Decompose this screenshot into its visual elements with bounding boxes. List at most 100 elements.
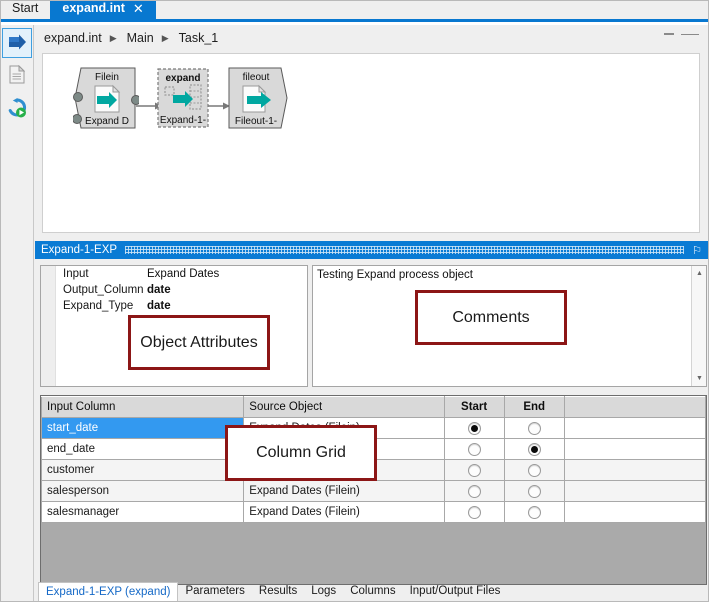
scroll-up-icon[interactable]: ▲: [692, 266, 707, 281]
cell-source-object[interactable]: Expand Dates (Filein): [244, 502, 444, 523]
cell-start-radio[interactable]: [444, 439, 504, 460]
pin-icon[interactable]: ⚐: [692, 244, 702, 257]
tab-parameters-label: Parameters: [185, 585, 244, 597]
cell-input-column[interactable]: salesperson: [42, 481, 244, 502]
svg-text:Expand-1-: Expand-1-: [160, 115, 206, 126]
attribute-row[interactable]: Input Expand Dates: [41, 266, 307, 282]
breadcrumb: expand.int ▶ Main ▶ Task_1: [34, 25, 709, 51]
tab-columns-label: Columns: [350, 585, 395, 597]
cell-start-radio[interactable]: [444, 460, 504, 481]
tab-results[interactable]: Results: [252, 583, 304, 600]
header-input-column[interactable]: Input Column: [42, 397, 244, 418]
attribute-value: Expand Dates: [147, 268, 219, 280]
comments-text: Testing Expand process object: [317, 269, 473, 281]
cell-input-column[interactable]: start_date: [42, 418, 244, 439]
cell-start-radio[interactable]: [444, 502, 504, 523]
node-fileout[interactable]: fileout Fileout-1-: [225, 66, 291, 130]
dock-panel-title: Expand-1-EXP ⚐: [35, 241, 708, 259]
breadcrumb-root[interactable]: expand.int: [44, 31, 102, 45]
refresh-history-icon: [7, 98, 27, 121]
svg-text:Fileout-1-: Fileout-1-: [235, 116, 277, 127]
svg-text:expand: expand: [165, 73, 200, 84]
tab-input-output-files[interactable]: Input/Output Files: [403, 583, 508, 600]
header-end[interactable]: End: [504, 397, 564, 418]
header-blank[interactable]: [564, 397, 705, 418]
cell-start-radio[interactable]: [444, 481, 504, 502]
attribute-row[interactable]: Output_Column date: [41, 282, 307, 298]
attribute-key: Output_Column: [41, 284, 147, 296]
cell-source-object[interactable]: Expand Dates (Filein): [244, 481, 444, 502]
attribute-value: date: [147, 284, 171, 296]
header-source-object[interactable]: Source Object: [244, 397, 444, 418]
cell-end-radio[interactable]: [504, 481, 564, 502]
tab-start-label: Start: [12, 1, 38, 15]
dock-panel-title-label: Expand-1-EXP: [41, 244, 117, 256]
bottom-tab-bar: Expand-1-EXP (expand) Parameters Results…: [38, 582, 707, 600]
tab-expand-int[interactable]: expand.int ✕: [50, 0, 155, 19]
radio-end-off[interactable]: [528, 422, 541, 435]
tab-expand-int-label: expand.int: [62, 1, 125, 15]
tab-input-output-files-label: Input/Output Files: [410, 585, 501, 597]
cell-input-column[interactable]: end_date: [42, 439, 244, 460]
grip-dots: [125, 246, 684, 254]
cell-blank[interactable]: [564, 502, 705, 523]
comments-callout-label: Comments: [452, 309, 529, 327]
comments-callout: Comments: [415, 290, 567, 345]
header-start[interactable]: Start: [444, 397, 504, 418]
radio-end-off[interactable]: [528, 464, 541, 477]
table-row[interactable]: salesmanager Expand Dates (Filein): [42, 502, 706, 523]
divider-line: [681, 34, 699, 35]
attribute-row[interactable]: Expand_Type date: [41, 298, 307, 314]
refresh-history-button[interactable]: [2, 94, 32, 124]
column-grid-panel[interactable]: Input Column Source Object Start End sta…: [40, 395, 707, 585]
close-icon[interactable]: ✕: [133, 2, 144, 15]
radio-start-off[interactable]: [468, 464, 481, 477]
radio-end-off[interactable]: [528, 506, 541, 519]
cell-blank[interactable]: [564, 439, 705, 460]
svg-text:Filein: Filein: [95, 72, 119, 83]
document-button[interactable]: [2, 61, 32, 91]
tab-columns[interactable]: Columns: [343, 583, 402, 600]
radio-end-off[interactable]: [528, 485, 541, 498]
cell-input-column[interactable]: customer: [42, 460, 244, 481]
main-pane: expand.int ▶ Main ▶ Task_1 Filei: [34, 25, 709, 602]
column-grid-callout: Column Grid: [225, 425, 377, 481]
tab-expand-1-exp[interactable]: Expand-1-EXP (expand): [38, 582, 178, 601]
cell-end-radio[interactable]: [504, 418, 564, 439]
radio-start-off[interactable]: [468, 443, 481, 456]
radio-start-off[interactable]: [468, 506, 481, 519]
radio-start-on[interactable]: [468, 422, 481, 435]
tab-results-label: Results: [259, 585, 297, 597]
run-play-button[interactable]: [2, 28, 32, 58]
radio-start-off[interactable]: [468, 485, 481, 498]
tab-parameters[interactable]: Parameters: [178, 583, 251, 600]
chevron-right-icon: ▶: [110, 33, 117, 44]
document-tab-strip: Start expand.int ✕: [0, 0, 709, 22]
node-expand[interactable]: expand Expand-1-: [157, 68, 209, 128]
cell-end-radio[interactable]: [504, 439, 564, 460]
column-grid-callout-label: Column Grid: [256, 444, 346, 462]
cell-blank[interactable]: [564, 460, 705, 481]
node-filein[interactable]: Filein Expand D: [73, 66, 139, 130]
cell-end-radio[interactable]: [504, 460, 564, 481]
scroll-down-icon[interactable]: ▼: [692, 371, 707, 386]
breadcrumb-main[interactable]: Main: [127, 31, 154, 45]
radio-end-on[interactable]: [528, 443, 541, 456]
tab-logs[interactable]: Logs: [304, 583, 343, 600]
comments-scrollbar[interactable]: ▲ ▼: [691, 266, 706, 386]
breadcrumb-task[interactable]: Task_1: [179, 31, 219, 45]
attribute-value: date: [147, 300, 171, 312]
cell-start-radio[interactable]: [444, 418, 504, 439]
minimize-icon[interactable]: [664, 33, 674, 35]
flow-canvas[interactable]: Filein Expand D expand: [42, 53, 700, 233]
tab-start[interactable]: Start: [0, 0, 50, 19]
cell-end-radio[interactable]: [504, 502, 564, 523]
detail-row: Input Expand Dates Output_Column date Ex…: [40, 265, 707, 391]
cell-blank[interactable]: [564, 481, 705, 502]
svg-text:fileout: fileout: [243, 72, 270, 83]
table-row[interactable]: salesperson Expand Dates (Filein): [42, 481, 706, 502]
cell-blank[interactable]: [564, 418, 705, 439]
attribute-key: Expand_Type: [41, 300, 147, 312]
svg-text:Expand D: Expand D: [85, 116, 129, 127]
cell-input-column[interactable]: salesmanager: [42, 502, 244, 523]
